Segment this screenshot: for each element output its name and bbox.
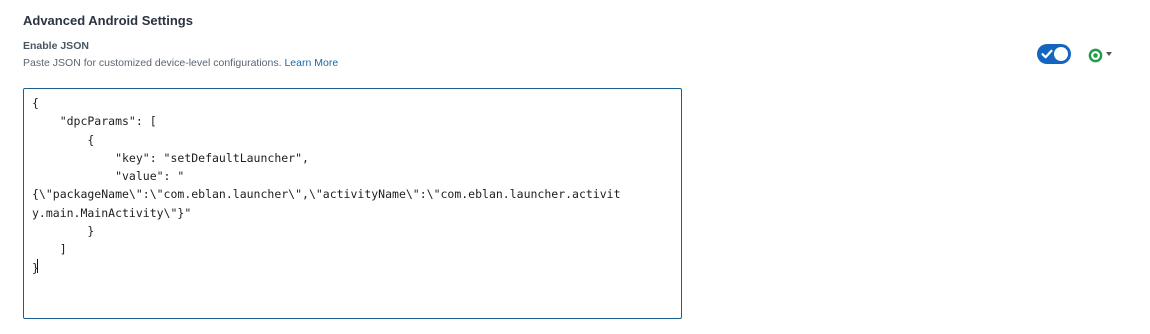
editor-line: "key": "setDefaultLauncher", [32,150,309,165]
section-title: Advanced Android Settings [23,13,193,28]
editor-line: y.main.MainActivity\"}" [32,205,192,220]
editor-line: { [32,96,39,110]
editor-line: ] [32,242,67,257]
editor-line: "dpcParams": [ [32,114,157,129]
toggle-knob [1054,47,1068,61]
editor-line: "value": " [32,169,185,184]
json-editor-content: { "dpcParams": [ { "key": "setDefaultLau… [24,89,681,282]
enable-json-toggle[interactable] [1037,44,1071,64]
json-editor[interactable]: { "dpcParams": [ { "key": "setDefaultLau… [23,88,682,319]
field-label: Enable JSON [23,40,89,52]
editor-line: {\"packageName\":\"com.eblan.launcher\",… [32,187,621,202]
caret-down-icon [1106,52,1112,56]
text-caret [37,259,38,273]
field-description: Paste JSON for customized device-level c… [23,57,338,69]
field-description-text: Paste JSON for customized device-level c… [23,57,282,69]
editor-line: { [32,132,95,147]
status-dropdown[interactable] [1086,46,1116,64]
checkmark-icon [1041,49,1053,59]
learn-more-link[interactable]: Learn More [284,57,338,69]
active-status-icon [1088,48,1103,63]
editor-line: } [32,224,95,239]
